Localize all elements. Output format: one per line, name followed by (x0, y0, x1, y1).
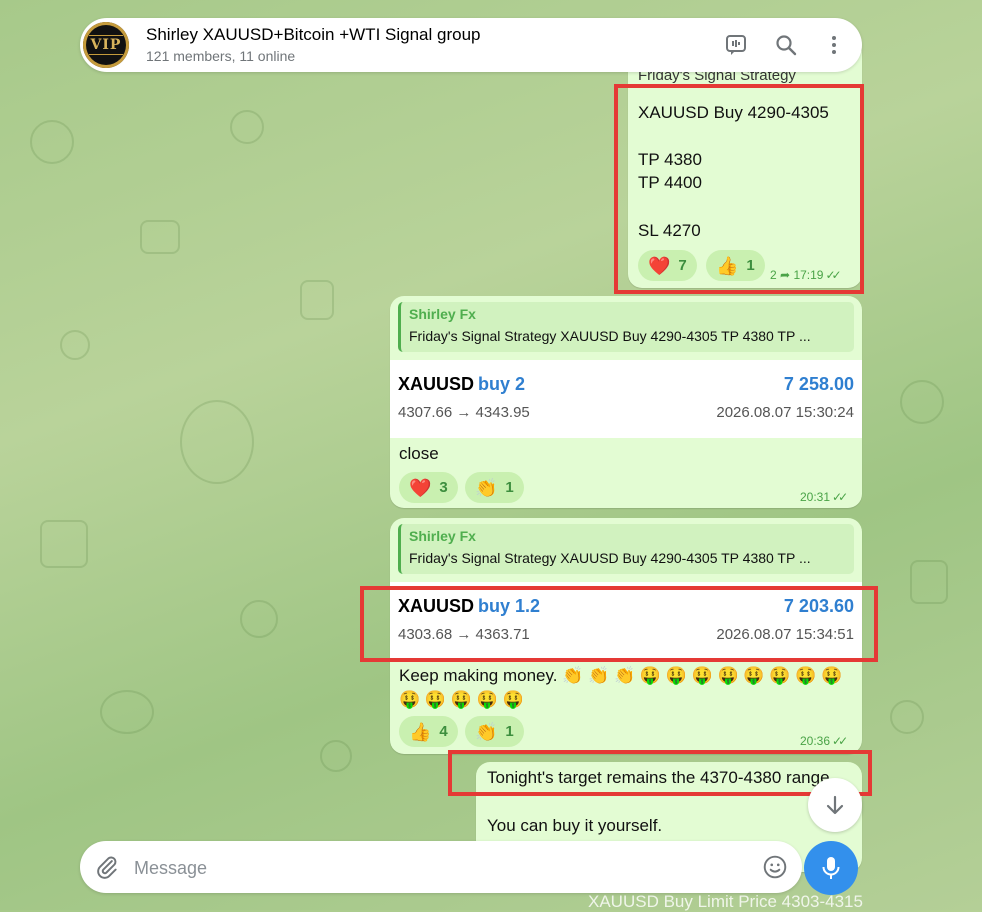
background-doodle (230, 110, 264, 144)
chat-subtitle: 121 members, 11 online (146, 48, 296, 64)
scroll-down-button[interactable] (808, 778, 862, 832)
trade-symbol: XAUUSD buy 2 (398, 374, 526, 394)
clap-icon: 👏 (475, 477, 498, 498)
reply-author: Shirley Fx (409, 306, 476, 322)
reaction-count: 1 (746, 257, 755, 274)
chat-title: Shirley XAUUSD+Bitcoin +WTI Signal group (146, 25, 481, 44)
trade-date: 2026.08.07 15:34:51 (716, 626, 854, 643)
reaction-count: 7 (678, 257, 687, 274)
background-doodle (40, 520, 88, 568)
trade-prices: 4303.68 → 4363.71 (398, 626, 530, 643)
reaction-count: 1 (505, 723, 514, 740)
message-meta: 2 ➦ 17:19 ✓✓ (770, 268, 842, 282)
group-avatar[interactable]: VIP (83, 22, 129, 68)
trade-date: 2026.08.07 15:30:24 (716, 404, 854, 421)
trade-message[interactable]: Shirley Fx Friday's Signal Strategy XAUU… (390, 518, 862, 754)
trade-card: XAUUSD buy 1.2 7 203.60 4303.68 → 4363.71… (390, 582, 862, 660)
trade-profit: 7 258.00 (783, 374, 854, 394)
arrow-down-icon (826, 795, 844, 815)
message-text: 🤑 🤑 🤑 🤑 🤑 (399, 690, 524, 709)
reaction-count: 4 (439, 723, 448, 740)
read-ticks-icon: ✓✓ (832, 490, 848, 504)
thumbs-up-icon: 👍 (409, 721, 432, 742)
background-doodle (900, 380, 944, 424)
search-icon[interactable] (772, 31, 800, 59)
background-doodle (100, 690, 154, 734)
reaction-clap[interactable]: 👏 1 (465, 472, 524, 503)
message-composer[interactable] (80, 841, 802, 893)
message-meta: 20:36 ✓✓ (800, 734, 848, 748)
reply-text: Friday's Signal Strategy XAUUSD Buy 4290… (409, 550, 811, 566)
reaction-heart[interactable]: ❤️ 3 (399, 472, 458, 503)
reaction-thumbs-up[interactable]: 👍 4 (399, 716, 458, 747)
message-input[interactable] (132, 852, 736, 884)
message-line: XAUUSD Buy 4290-4305 (638, 103, 829, 122)
background-doodle (180, 400, 254, 484)
message-line: SL 4270 (638, 221, 701, 240)
message-preview-text: XAUUSD Buy Limit Price 4303-4315 (588, 892, 863, 911)
reaction-clap[interactable]: 👏 1 (465, 716, 524, 747)
trade-profit: 7 203.60 (783, 596, 854, 616)
forward-count: 2 (770, 268, 777, 282)
background-doodle (910, 560, 948, 604)
read-ticks-icon: ✓✓ (825, 268, 841, 282)
reaction-thumbs-up[interactable]: 👍 1 (706, 250, 765, 281)
reaction-count: 3 (439, 479, 448, 496)
message-meta: 20:31 ✓✓ (800, 490, 848, 504)
clap-icon: 👏 (475, 721, 498, 742)
reaction-heart[interactable]: ❤️ 7 (638, 250, 697, 281)
trade-direction: buy 1.2 (478, 596, 541, 616)
message-time: 20:31 (800, 490, 831, 504)
background-doodle (320, 740, 352, 772)
heart-icon: ❤️ (648, 255, 671, 276)
thumbs-up-icon: 👍 (716, 255, 739, 276)
message-time: 17:19 (793, 268, 824, 282)
reply-text: Friday's Signal Strategy XAUUSD Buy 4290… (409, 328, 811, 344)
trade-message[interactable]: Shirley Fx Friday's Signal Strategy XAUU… (390, 296, 862, 508)
voice-record-button[interactable] (804, 841, 858, 895)
background-doodle (140, 220, 180, 254)
reply-author: Shirley Fx (409, 528, 476, 544)
message-line: TP 4400 (638, 173, 702, 192)
read-ticks-icon: ✓✓ (832, 734, 848, 748)
trade-card: XAUUSD buy 2 7 258.00 4307.66 → 4343.95 2… (390, 360, 862, 438)
background-doodle (30, 120, 74, 164)
avatar-text: VIP (88, 35, 124, 55)
message-text: Tonight's target remains the 4370-4380 r… (487, 768, 835, 787)
message-text: close (399, 444, 439, 463)
more-vert-icon[interactable] (820, 31, 848, 59)
message-text: You can buy it yourself. (487, 816, 663, 835)
background-doodle (240, 600, 278, 638)
message-time: 20:36 (800, 734, 831, 748)
reply-arrow-icon: ➦ (780, 268, 791, 282)
microphone-icon (822, 857, 840, 879)
trade-prices: 4307.66 → 4343.95 (398, 404, 530, 421)
emoji-icon[interactable] (762, 854, 788, 885)
reply-quote[interactable]: Shirley Fx Friday's Signal Strategy XAUU… (398, 524, 854, 574)
heart-icon: ❤️ (409, 477, 432, 498)
background-doodle (300, 280, 334, 320)
voice-chat-icon[interactable] (722, 31, 750, 59)
reaction-count: 1 (505, 479, 514, 496)
signal-message[interactable]: Friday's Signal Strategy XAUUSD Buy 4290… (628, 40, 862, 288)
reply-quote[interactable]: Shirley Fx Friday's Signal Strategy XAUU… (398, 302, 854, 352)
chat-header[interactable]: VIP Shirley XAUUSD+Bitcoin +WTI Signal g… (80, 18, 862, 72)
trade-symbol: XAUUSD buy 1.2 (398, 596, 541, 616)
trade-direction: buy 2 (478, 374, 526, 394)
background-doodle (60, 330, 90, 360)
background-doodle (890, 700, 924, 734)
attach-icon[interactable] (94, 854, 120, 885)
message-line: TP 4380 (638, 150, 702, 169)
message-text: Keep making money. 👏 👏 👏 🤑 🤑 🤑 🤑 🤑 🤑 🤑 🤑 (399, 666, 843, 685)
